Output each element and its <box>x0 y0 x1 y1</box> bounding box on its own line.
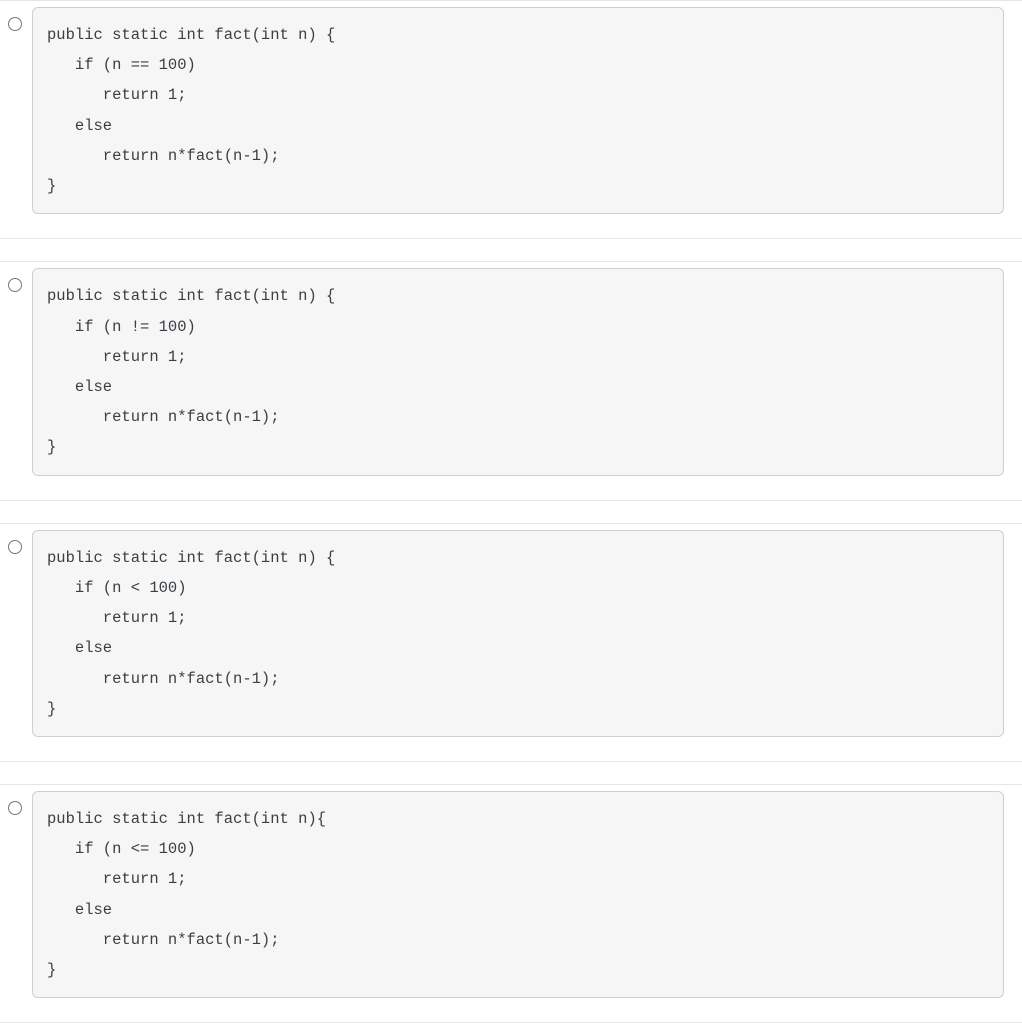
radio-cell <box>0 268 32 297</box>
code-block: public static int fact(int n) { if (n ==… <box>32 7 1004 214</box>
option-row: public static int fact(int n){ if (n <= … <box>0 785 1022 1022</box>
code-cell: public static int fact(int n) { if (n !=… <box>32 268 1022 475</box>
radio-cell <box>0 791 32 820</box>
radio-option-1[interactable] <box>8 17 22 31</box>
code-block: public static int fact(int n) { if (n < … <box>32 530 1004 737</box>
option-row: public static int fact(int n) { if (n !=… <box>0 262 1022 499</box>
answer-option: public static int fact(int n) { if (n < … <box>0 523 1022 762</box>
code-block: public static int fact(int n){ if (n <= … <box>32 791 1004 998</box>
code-cell: public static int fact(int n){ if (n <= … <box>32 791 1022 998</box>
option-row: public static int fact(int n) { if (n < … <box>0 524 1022 761</box>
radio-option-3[interactable] <box>8 540 22 554</box>
code-cell: public static int fact(int n) { if (n ==… <box>32 7 1022 214</box>
answer-option: public static int fact(int n){ if (n <= … <box>0 784 1022 1023</box>
code-block: public static int fact(int n) { if (n !=… <box>32 268 1004 475</box>
code-cell: public static int fact(int n) { if (n < … <box>32 530 1022 737</box>
option-row: public static int fact(int n) { if (n ==… <box>0 1 1022 238</box>
radio-cell <box>0 530 32 559</box>
radio-option-2[interactable] <box>8 278 22 292</box>
radio-option-4[interactable] <box>8 801 22 815</box>
answer-option: public static int fact(int n) { if (n !=… <box>0 261 1022 500</box>
radio-cell <box>0 7 32 36</box>
answer-option: public static int fact(int n) { if (n ==… <box>0 0 1022 239</box>
